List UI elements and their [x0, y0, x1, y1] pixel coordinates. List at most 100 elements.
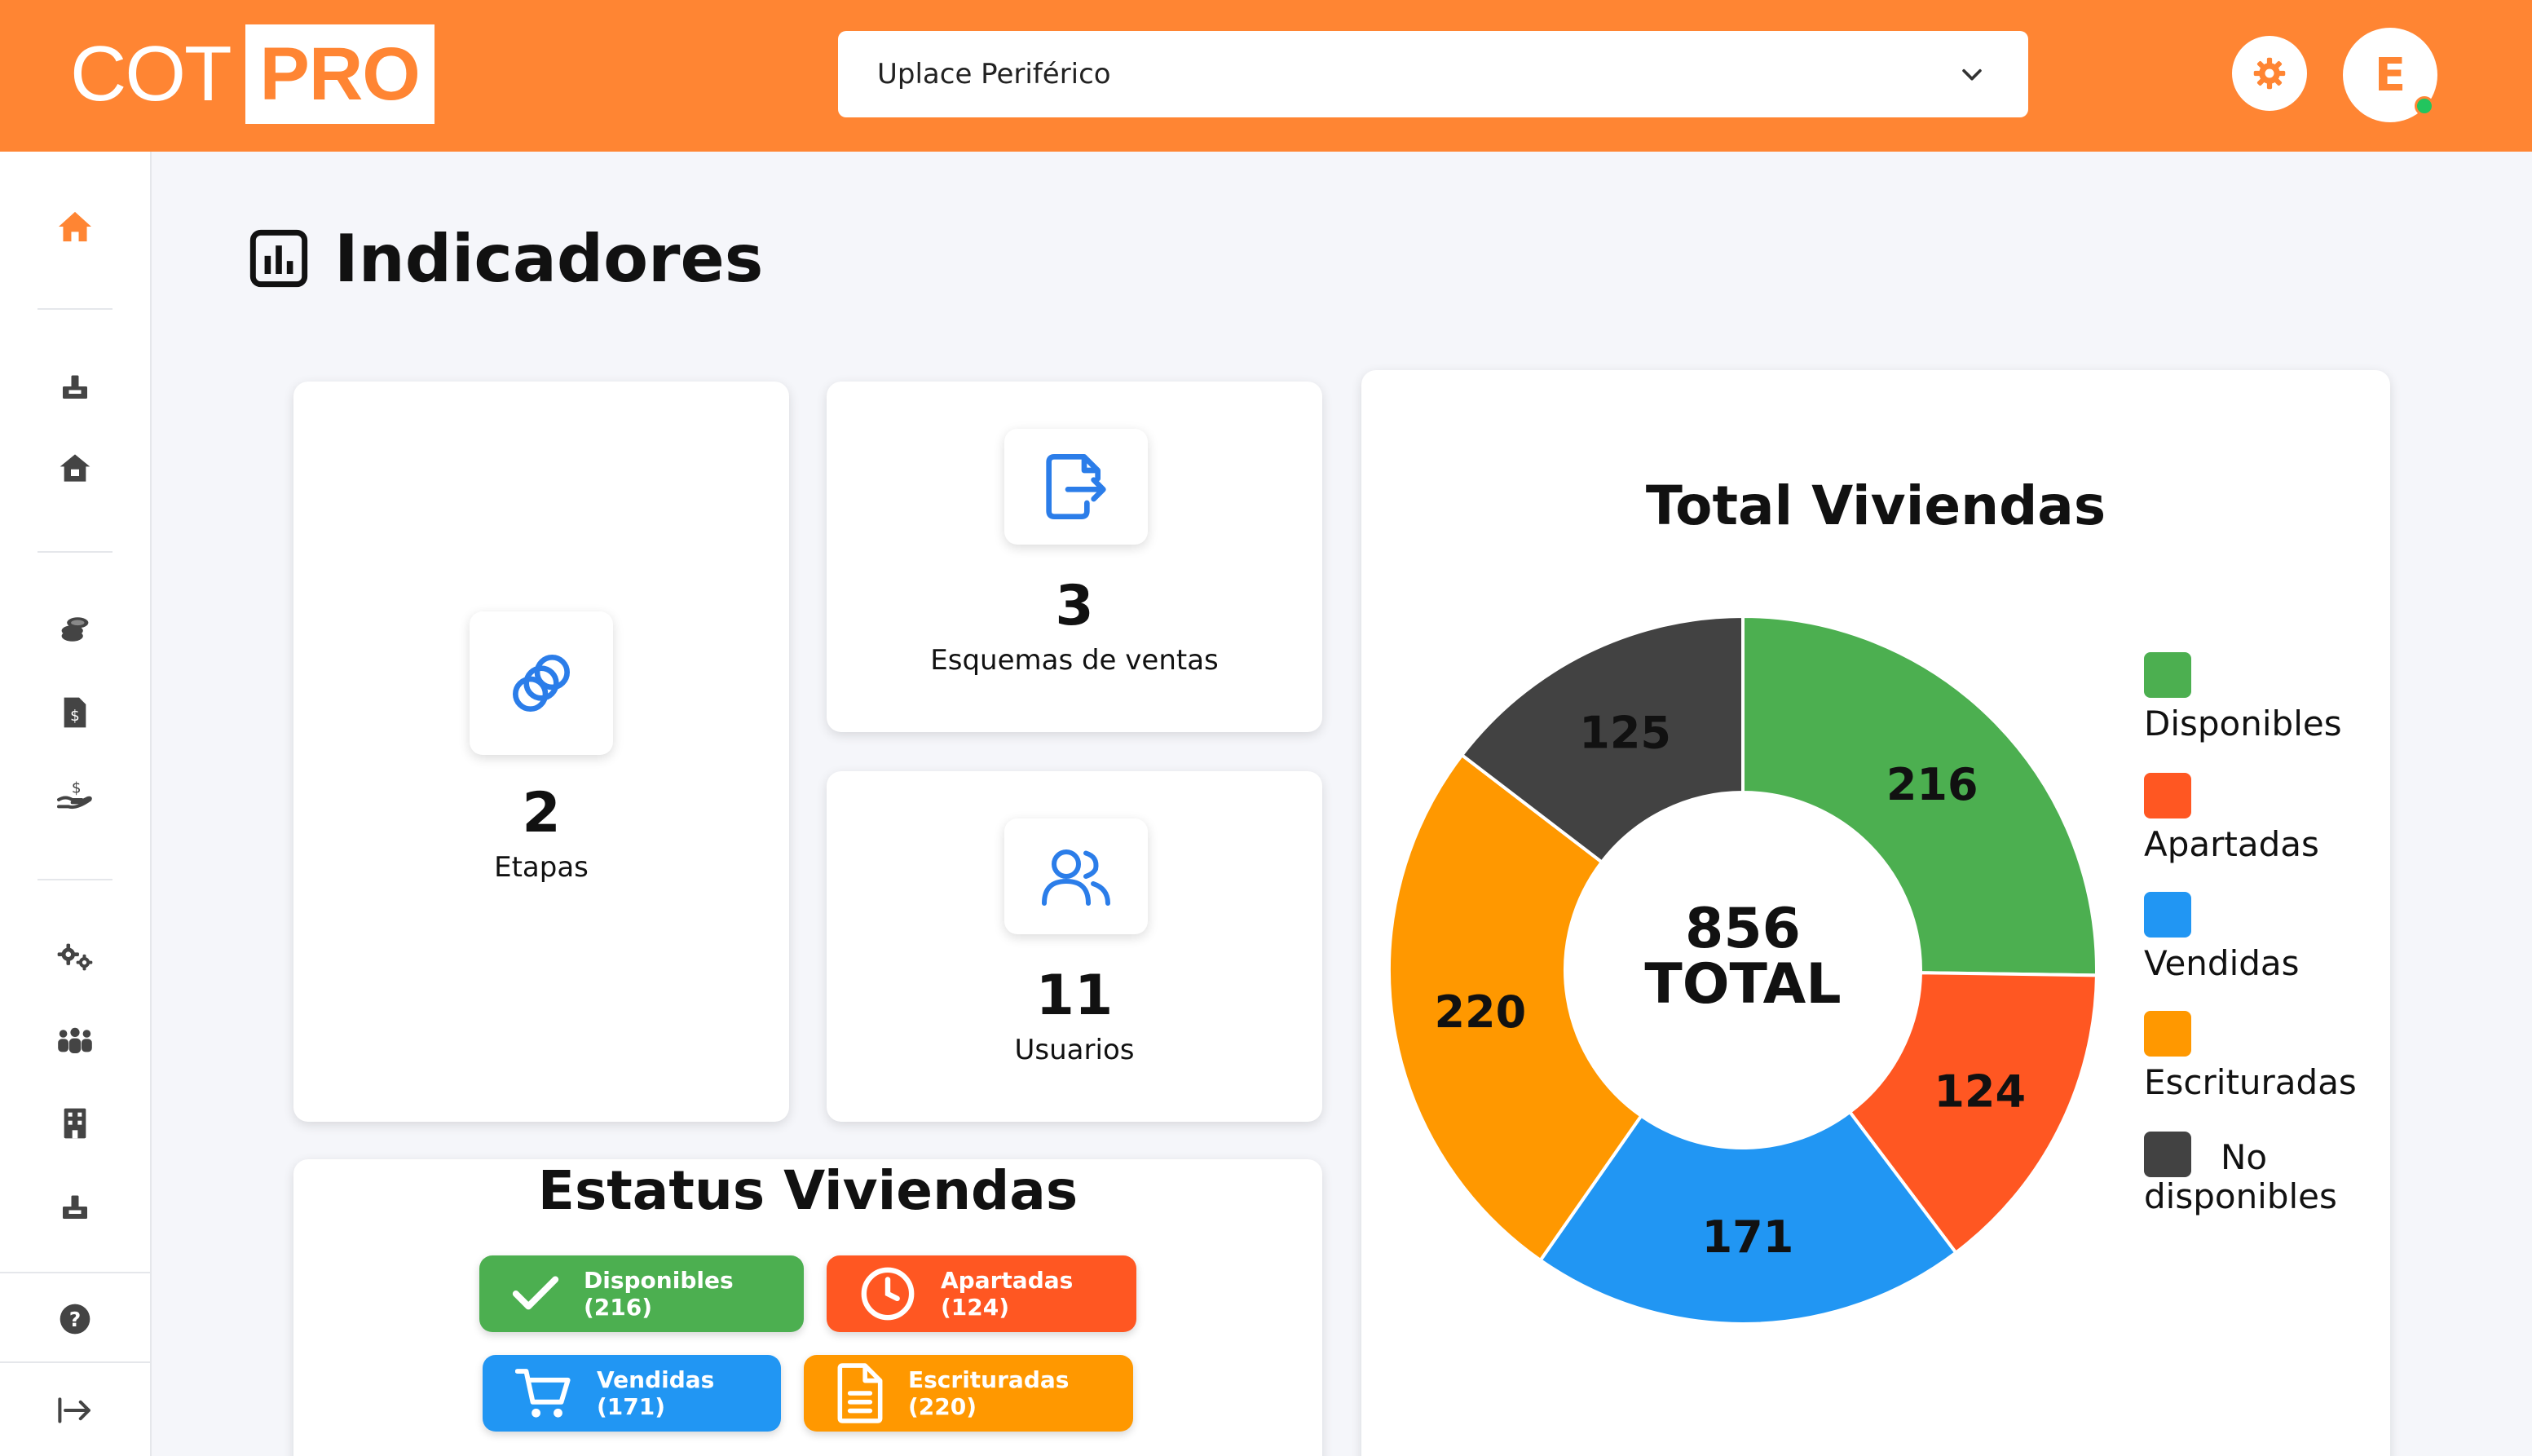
status-disponibles-button[interactable]: Disponibles (216)	[479, 1255, 804, 1332]
status-vendidas-button[interactable]: Vendidas (171)	[483, 1355, 781, 1432]
settings-button[interactable]	[2232, 36, 2307, 111]
svg-text:$: $	[72, 780, 82, 797]
document-icon	[837, 1363, 883, 1423]
project-select[interactable]: Uplace Periférico	[838, 31, 2028, 117]
file-export-icon	[1046, 454, 1106, 519]
status-title: Estatus Viviendas	[537, 1159, 1079, 1222]
gears-icon	[57, 943, 93, 971]
logout-icon	[58, 1397, 90, 1423]
page-title-text: Indicadores	[334, 220, 764, 297]
donut-data-label: 220	[1434, 986, 1526, 1038]
home-icon	[59, 211, 91, 242]
status-disponibles-label: Disponibles (216)	[584, 1267, 734, 1321]
kpi-value: 2	[522, 781, 561, 845]
chart-title: Total Viviendas	[1645, 474, 2106, 537]
legend-label: Escrituradas	[2144, 1062, 2357, 1102]
users-group-icon	[58, 1027, 92, 1053]
chevron-down-icon	[1962, 68, 1982, 81]
status-apartadas-button[interactable]: Apartadas (124)	[827, 1255, 1136, 1332]
status-escrituradas-label: Escrituradas (220)	[908, 1366, 1070, 1420]
sidebar-item-home[interactable]	[54, 205, 96, 248]
sidebar: $ $ ?	[0, 152, 152, 1456]
legend-swatch	[2144, 652, 2191, 698]
kpi-label: Usuarios	[1014, 1034, 1135, 1066]
chart-center-label: TOTAL	[1644, 952, 1841, 1017]
logout-button[interactable]	[54, 1389, 96, 1432]
donut-data-label: 171	[1702, 1211, 1794, 1263]
legend-label: Disponibles	[2144, 704, 2342, 743]
sidebar-item-settings[interactable]	[54, 936, 96, 978]
legend-item-disponibles[interactable]: Disponibles	[2144, 652, 2342, 743]
legend-label-line2: disponibles	[2144, 1176, 2337, 1216]
donut-chart: 216124171220125 856 TOTAL	[1387, 614, 2098, 1326]
status-vendidas-label: Vendidas (171)	[597, 1366, 715, 1420]
status-apartadas-label: Apartadas (124)	[941, 1267, 1074, 1321]
legend-label-line1: No	[2221, 1137, 2268, 1177]
avatar-initial: E	[2374, 48, 2406, 102]
kpi-icon-box	[470, 611, 613, 755]
legend-swatch	[2144, 1132, 2191, 1177]
donut-data-label: 125	[1579, 708, 1671, 759]
sidebar-item-properties[interactable]	[54, 447, 96, 489]
legend-item-apartadas[interactable]: Apartadas	[2144, 773, 2319, 864]
stages-icon	[63, 1195, 87, 1219]
kpi-label: Esquemas de ventas	[930, 644, 1219, 677]
kpi-card-usuarios[interactable]: 11 Usuarios	[827, 771, 1322, 1122]
sidebar-separator	[0, 1272, 152, 1273]
kpi-card-esquemas[interactable]: 3 Esquemas de ventas	[827, 382, 1322, 732]
legend-item-escrituradas[interactable]: Escrituradas	[2144, 1011, 2357, 1102]
donut-data-label: 216	[1886, 759, 1978, 810]
sidebar-separator	[37, 879, 112, 880]
kpi-card-etapas[interactable]: 2 Etapas	[293, 382, 789, 1122]
status-escrituradas-button[interactable]: Escrituradas (220)	[804, 1355, 1133, 1432]
sidebar-item-payments[interactable]: $	[54, 774, 96, 817]
sidebar-item-help[interactable]: ?	[54, 1298, 96, 1340]
svg-text:$: $	[70, 708, 80, 725]
page-title: Indicadores	[248, 214, 763, 303]
coins-icon	[61, 617, 89, 642]
sidebar-separator	[0, 1361, 152, 1363]
logo-pro-text: PRO	[245, 24, 434, 124]
status-card: Estatus Viviendas Disponibles (216) Apar…	[293, 1159, 1322, 1456]
legend-item-vendidas[interactable]: Vendidas	[2144, 892, 2300, 983]
sidebar-item-buildings[interactable]	[54, 1102, 96, 1145]
kpi-icon-box	[1004, 429, 1148, 545]
logo-cot-text: COT	[70, 30, 232, 117]
sidebar-item-users[interactable]	[54, 1019, 96, 1061]
kpi-label: Etapas	[494, 851, 589, 884]
sidebar-separator	[37, 551, 112, 553]
online-status-dot	[2415, 96, 2434, 116]
check-icon	[512, 1276, 559, 1310]
rings-icon	[513, 655, 570, 712]
help-icon: ?	[60, 1304, 90, 1335]
sidebar-item-stages[interactable]	[54, 365, 96, 408]
kpi-icon-box	[1004, 818, 1148, 934]
gear-icon	[2253, 57, 2286, 90]
stages-icon	[63, 375, 87, 399]
legend-label: Vendidas	[2144, 943, 2300, 983]
kpi-value: 3	[1055, 574, 1094, 638]
hand-money-icon: $	[57, 780, 92, 810]
sidebar-item-stages-2[interactable]	[54, 1185, 96, 1228]
kpi-value: 11	[1035, 964, 1114, 1028]
top-bar: COT PRO Uplace Periférico E	[0, 0, 2532, 152]
sidebar-item-invoices[interactable]: $	[54, 691, 96, 734]
sidebar-separator	[37, 308, 112, 310]
legend-item-no-disponibles[interactable]: No disponibles	[2144, 1132, 2337, 1216]
legend-swatch	[2144, 892, 2191, 938]
app-logo[interactable]: COT PRO	[70, 24, 434, 124]
house-icon	[60, 454, 90, 482]
cart-icon	[515, 1369, 571, 1418]
legend-swatch	[2144, 1011, 2191, 1057]
sidebar-item-finance[interactable]	[54, 608, 96, 651]
project-select-value: Uplace Periférico	[877, 58, 1111, 90]
invoice-icon: $	[64, 697, 86, 728]
bar-chart-icon	[249, 229, 308, 288]
clock-icon	[861, 1267, 915, 1321]
svg-text:?: ?	[69, 1308, 82, 1331]
users-icon	[1042, 849, 1110, 906]
legend-swatch	[2144, 773, 2191, 818]
donut-data-label: 124	[1934, 1066, 2026, 1118]
building-icon	[64, 1108, 86, 1139]
legend-label: Apartadas	[2144, 824, 2319, 864]
